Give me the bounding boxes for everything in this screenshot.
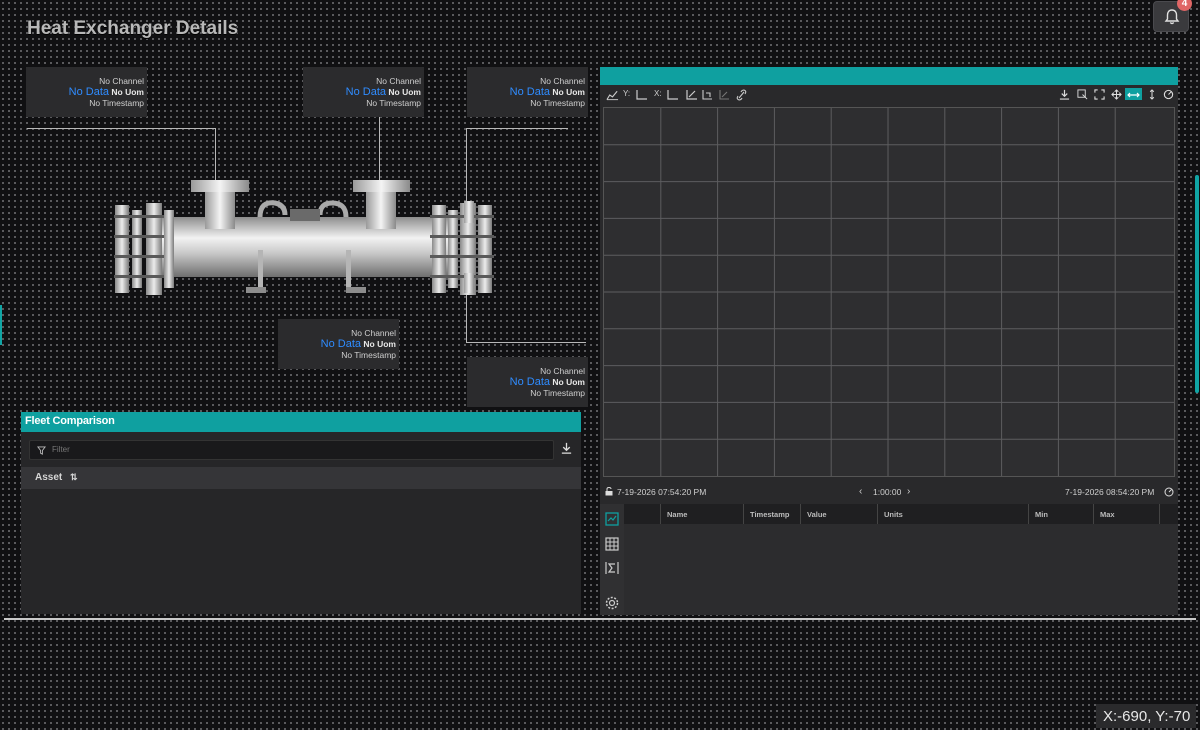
readout-timestamp: No Timestamp (530, 98, 585, 108)
horizontal-zoom-icon (1127, 92, 1140, 98)
readout-uom: No Uom (363, 339, 396, 349)
readout-timestamp: No Timestamp (366, 98, 421, 108)
unlock-icon[interactable] (605, 487, 613, 496)
legend-tab-icon[interactable] (604, 511, 620, 527)
time-range-bar: 7-19-2026 07:54:20 PM ‹ 1:00:00 › 7-19-2… (600, 483, 1178, 501)
sort-icon[interactable]: ⇅ (70, 472, 78, 482)
readout-timestamp: No Timestamp (341, 350, 396, 360)
readout-value: No Data (509, 376, 551, 388)
statistics-tab-icon[interactable] (604, 560, 620, 576)
zoom-box-icon[interactable] (1077, 89, 1088, 100)
trend-header-bar (600, 67, 1178, 85)
legend-grid-body (624, 524, 1178, 615)
readout-box-5[interactable]: No Channel No Data No Uom No Timestamp (467, 357, 588, 407)
left-edge-marker (0, 305, 2, 345)
vertical-scrollbar[interactable] (1195, 175, 1199, 393)
readout-uom: No Uom (111, 87, 144, 97)
readout-box-3[interactable]: No Channel No Data No Uom No Timestamp (467, 67, 588, 117)
y-axis-scale-icon[interactable] (635, 89, 648, 101)
filter-icon (37, 446, 46, 455)
filter-placeholder: Filter (52, 445, 70, 454)
notification-count-badge: 4 (1177, 0, 1192, 11)
readout-value: No Data (345, 86, 387, 98)
column-header-timestamp[interactable]: Timestamp (743, 504, 798, 524)
reset-icon[interactable] (1163, 89, 1174, 100)
settings-gear-icon[interactable] (604, 595, 620, 611)
connector-line (379, 116, 380, 180)
connector-line (27, 128, 216, 129)
trend-line-icon[interactable] (718, 89, 730, 101)
time-end[interactable]: 7-19-2026 08:54:20 PM (1065, 487, 1154, 497)
link-icon[interactable] (736, 89, 747, 101)
page-title: Heat Exchanger Details (27, 18, 239, 39)
column-header-min[interactable]: Min (1028, 504, 1092, 524)
connector-line (215, 128, 216, 180)
heat-exchanger-graphic (114, 180, 494, 295)
trend-panel: Y: X: 7-19-2026 07:54:20 PM ‹ 1:00:00 › … (600, 67, 1178, 615)
readout-uom: No Uom (552, 87, 585, 97)
pan-icon[interactable] (1111, 89, 1122, 100)
connector-line (466, 342, 586, 343)
column-header-value[interactable]: Value (800, 504, 876, 524)
time-window[interactable]: 1:00:00 (873, 487, 901, 497)
readout-uom: No Uom (552, 377, 585, 387)
x-axis-label: X: (654, 89, 662, 98)
fleet-comparison-panel: Fleet Comparison Filter Asset ⇅ (21, 412, 581, 614)
readout-box-4[interactable]: No Channel No Data No Uom No Timestamp (278, 319, 399, 369)
prev-window-icon[interactable]: ‹ (859, 486, 862, 497)
chart-type-icon[interactable] (606, 89, 619, 101)
filter-input[interactable]: Filter (29, 440, 554, 460)
column-header-units[interactable]: Units (877, 504, 1027, 524)
readout-value: No Data (68, 86, 110, 98)
time-start[interactable]: 7-19-2026 07:54:20 PM (617, 487, 706, 497)
vertical-zoom-icon[interactable] (1147, 89, 1157, 100)
readout-value: No Data (509, 86, 551, 98)
readout-value: No Data (320, 338, 362, 350)
table-tab-icon[interactable] (604, 536, 620, 552)
readout-timestamp: No Timestamp (530, 388, 585, 398)
readout-box-2[interactable]: No Channel No Data No Uom No Timestamp (303, 67, 424, 117)
x-axis-scale-icon[interactable] (666, 89, 679, 101)
column-header-name[interactable]: Name (660, 504, 739, 524)
legend-grid-header: Name Timestamp Value Units Min Max (624, 504, 1178, 524)
download-icon[interactable] (1059, 89, 1070, 100)
clock-icon[interactable] (1164, 487, 1174, 497)
column-header-extra (1159, 504, 1178, 524)
bell-icon (1164, 9, 1180, 25)
horizontal-zoom-button[interactable] (1125, 88, 1142, 100)
axis-toggle-icon[interactable] (701, 89, 713, 101)
y-axis-label: Y: (623, 89, 631, 98)
asset-column-label: Asset (35, 472, 63, 483)
autoscale-icon[interactable] (685, 89, 698, 101)
download-icon[interactable] (560, 442, 573, 455)
next-window-icon[interactable]: › (907, 486, 910, 497)
readout-timestamp: No Timestamp (89, 98, 144, 108)
readout-box-1[interactable]: No Channel No Data No Uom No Timestamp (26, 67, 147, 117)
readout-uom: No Uom (388, 87, 421, 97)
coordinates-readout: X:-690, Y:-70 (1096, 704, 1196, 728)
fullscreen-icon[interactable] (1094, 89, 1105, 100)
legend-side-tabs (600, 504, 624, 615)
column-header-max[interactable]: Max (1093, 504, 1159, 524)
asset-column-header[interactable]: Asset ⇅ (21, 467, 581, 489)
connector-line (466, 128, 568, 129)
fleet-comparison-title: Fleet Comparison (21, 412, 581, 432)
notifications-button[interactable]: 4 (1153, 0, 1192, 32)
trend-plot-area[interactable] (603, 107, 1175, 477)
